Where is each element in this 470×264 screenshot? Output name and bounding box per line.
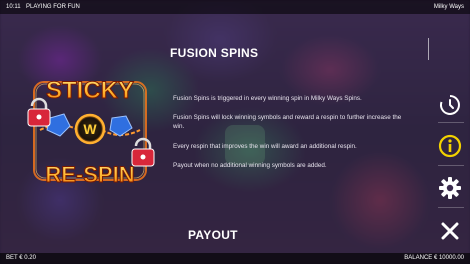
divider xyxy=(438,165,464,166)
info-button[interactable] xyxy=(437,133,463,159)
divider xyxy=(438,207,464,208)
close-icon xyxy=(441,222,459,240)
art-title-line1: STICKY xyxy=(46,77,134,104)
rule-paragraph: Every respin that improves the win will … xyxy=(173,143,357,150)
rule-paragraph: Payout when no additional winning symbol… xyxy=(173,162,327,169)
sticky-respin-artwork: STICKY RE-SPIN W xyxy=(27,77,155,188)
history-button[interactable] xyxy=(437,92,463,118)
balance-value: € 10000.00 xyxy=(433,255,464,261)
rule-paragraph: Fusion Spins is triggered in every winni… xyxy=(173,95,362,102)
section-title: FUSION SPINS xyxy=(170,46,259,60)
scroll-indicator[interactable] xyxy=(428,38,429,60)
balance-label: BALANCE xyxy=(404,255,433,261)
rule-paragraph: Fusion Spins will lock winning symbols a… xyxy=(173,114,402,130)
play-mode-label: PLAYING FOR FUN xyxy=(26,4,80,10)
clock: 10:11 xyxy=(6,4,21,10)
wild-letter: W xyxy=(83,121,97,137)
bet-value: € 0.20 xyxy=(19,255,36,261)
side-menu xyxy=(430,78,470,254)
balance-display: BALANCE € 10000.00 xyxy=(404,253,464,264)
bet-label: BET xyxy=(6,255,18,261)
padlock-icon xyxy=(27,97,51,127)
close-button[interactable] xyxy=(437,218,463,244)
settings-button[interactable] xyxy=(437,175,463,201)
bet-display: BET € 0.20 xyxy=(6,253,36,264)
padlock-icon xyxy=(131,137,155,167)
top-status-bar: 10:11 PLAYING FOR FUN Milky Ways xyxy=(0,0,470,14)
history-icon xyxy=(440,95,460,115)
bottom-status-bar: BET € 0.20 BALANCE € 10000.00 xyxy=(0,253,470,264)
blue-gem-right xyxy=(109,115,133,137)
divider xyxy=(438,122,464,123)
game-name: Milky Ways xyxy=(433,4,464,10)
settings-icon xyxy=(439,177,461,199)
art-title-line2: RE-SPIN xyxy=(45,162,134,187)
next-section-title: PAYOUT xyxy=(188,228,238,242)
info-icon xyxy=(438,134,462,158)
